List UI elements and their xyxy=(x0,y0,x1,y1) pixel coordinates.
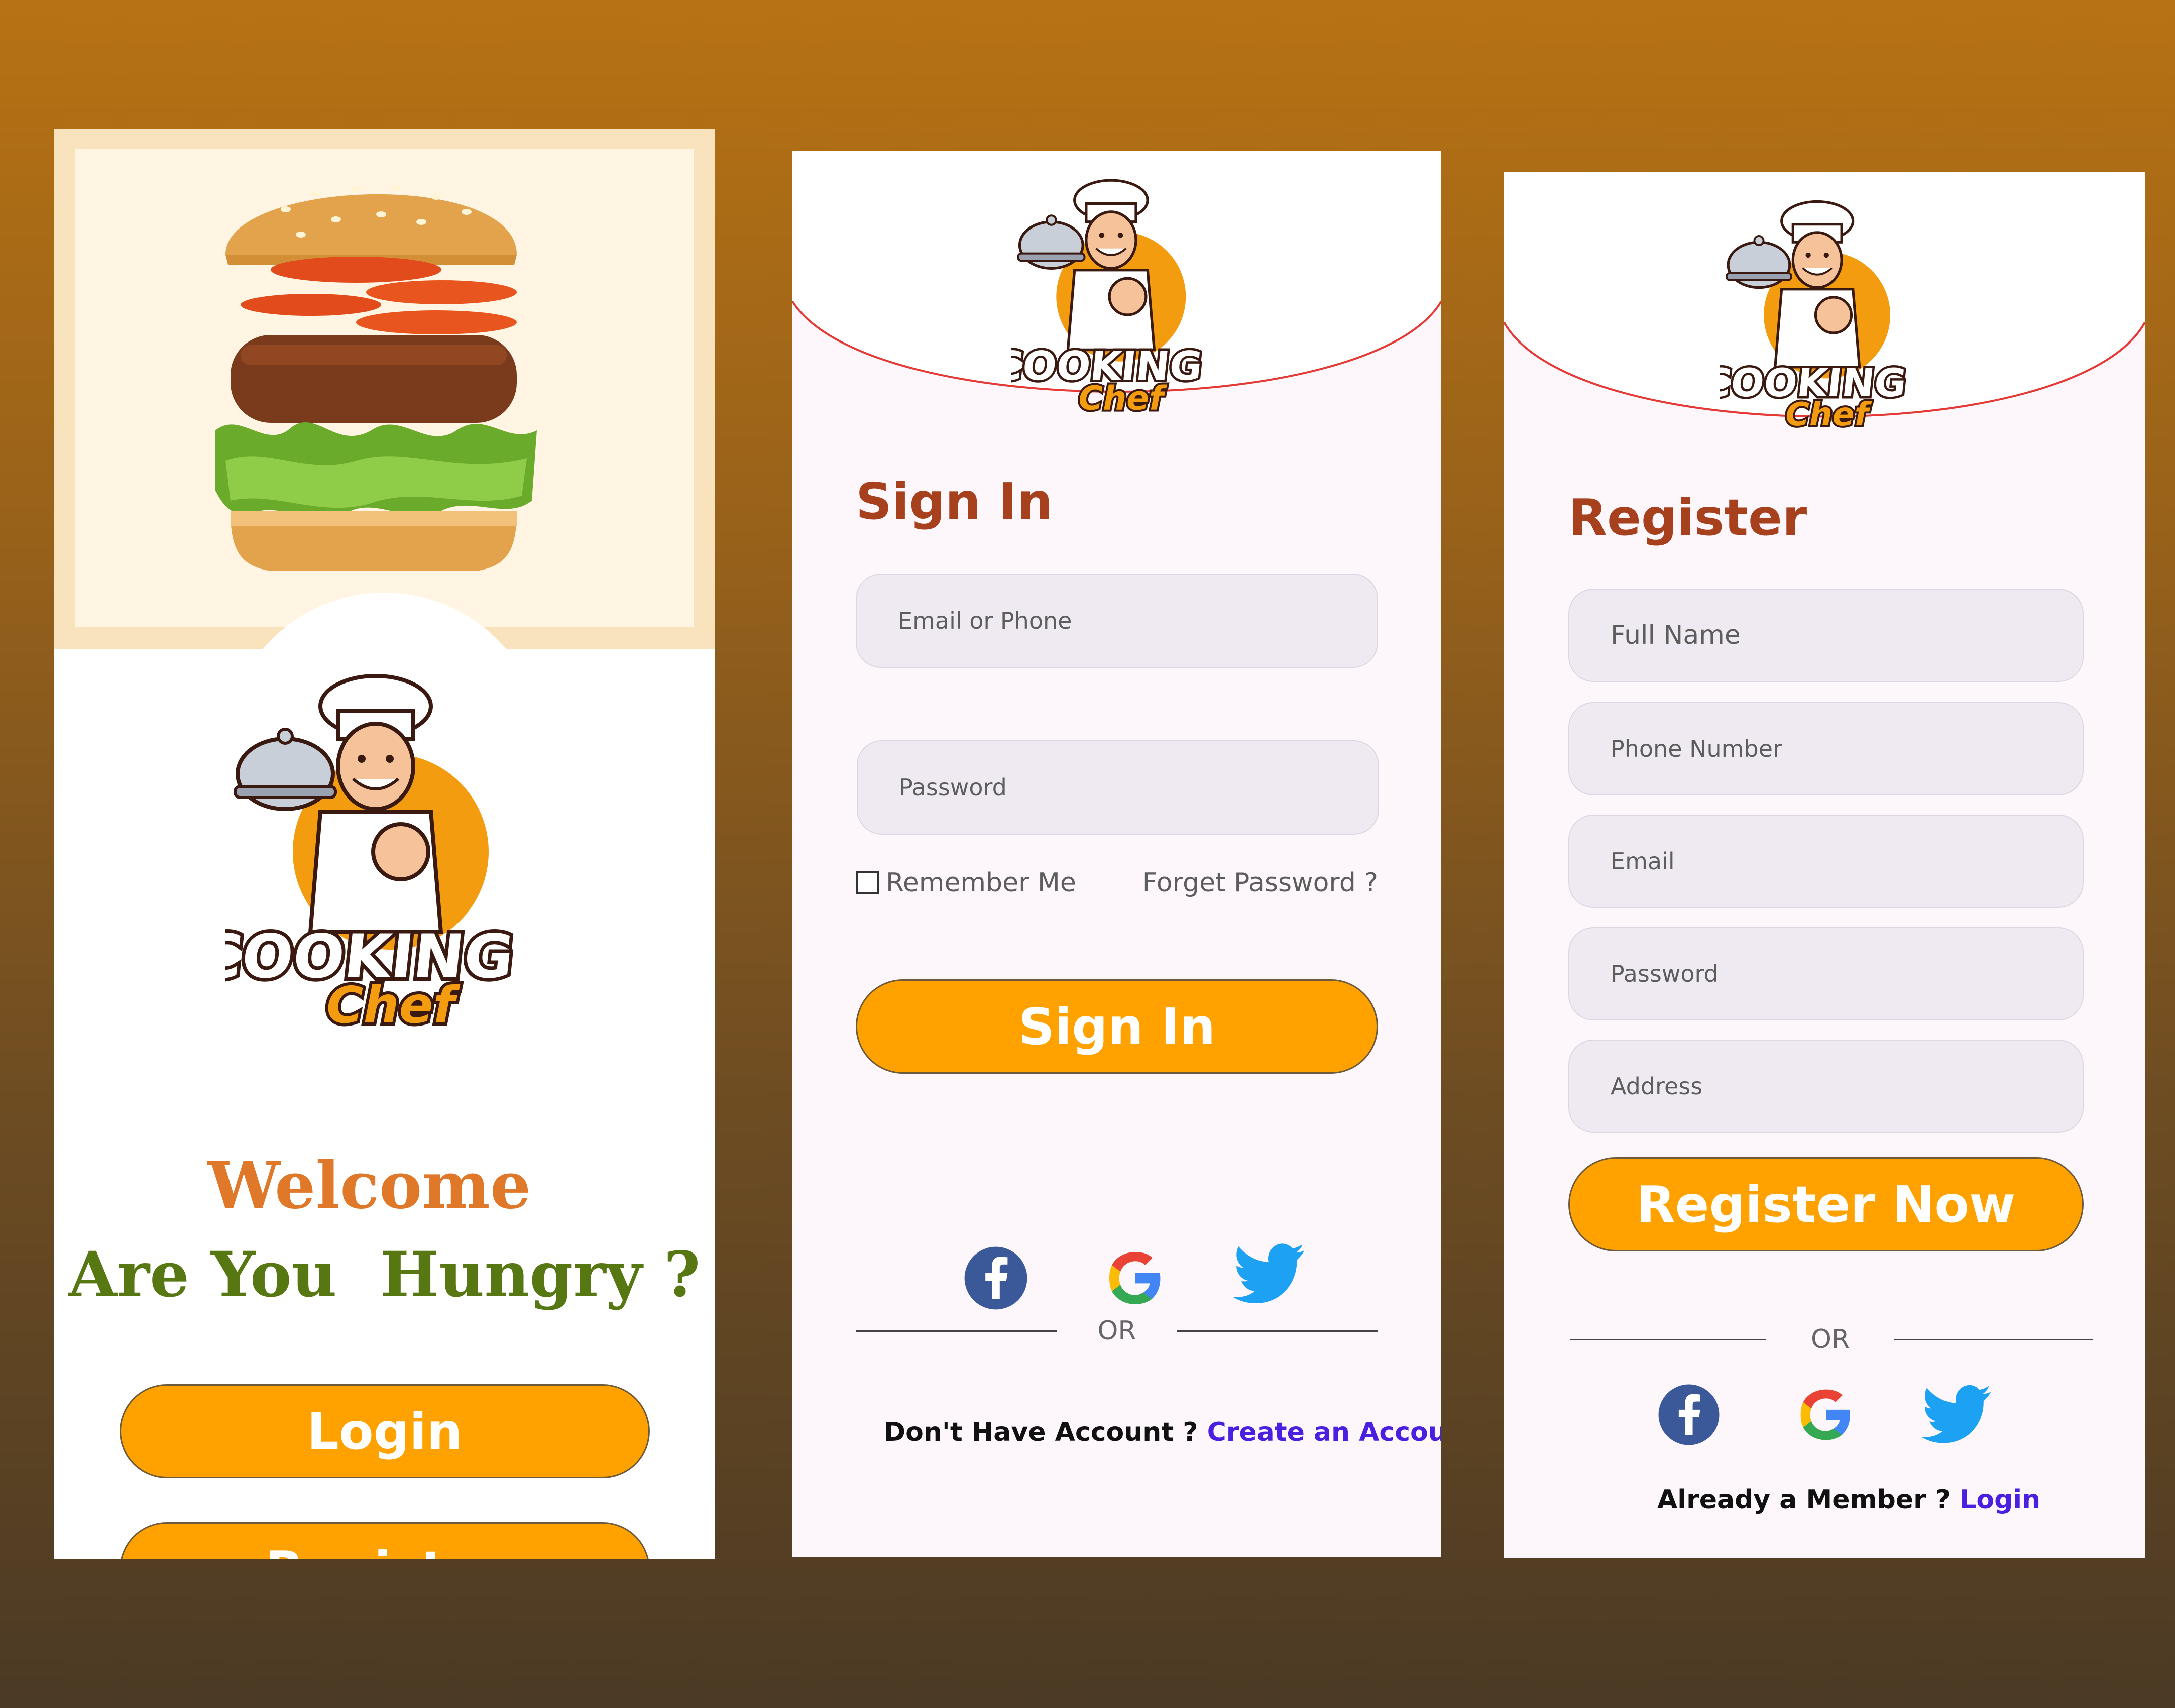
login-link[interactable]: Login xyxy=(1960,1485,2040,1515)
login-button[interactable]: Login xyxy=(120,1384,650,1478)
register-title: Register xyxy=(1568,488,1807,547)
cooking-chef-logo: COOKING Chef xyxy=(225,674,521,1038)
password-field[interactable] xyxy=(1568,927,2084,1020)
welcome-screen: COOKING Chef Welcome Are You Hungry ? Lo… xyxy=(54,129,715,1559)
password-input[interactable] xyxy=(1611,960,2083,987)
google-icon[interactable] xyxy=(1794,1383,1858,1446)
remember-me[interactable]: Remember Me xyxy=(856,868,1076,898)
login-prompt-text: Already a Member ? xyxy=(1657,1485,1960,1515)
hero-image xyxy=(75,149,694,627)
svg-text:Chef: Chef xyxy=(326,976,460,1035)
signin-title: Sign In xyxy=(856,472,1053,531)
phone-number-field[interactable] xyxy=(1568,702,2084,795)
email-input[interactable] xyxy=(1611,848,2083,875)
password-field[interactable] xyxy=(857,740,1379,835)
signup-prompt-text: Don't Have Account ? xyxy=(884,1417,1207,1447)
create-account-link[interactable]: Create an Account xyxy=(1207,1417,1441,1447)
register-now-button[interactable]: Register Now xyxy=(1568,1157,2084,1251)
signin-screen: COOKING Chef Sign In Remember Me Forget … xyxy=(792,151,1441,1557)
email-field[interactable] xyxy=(1568,815,2084,908)
email-input[interactable] xyxy=(898,607,1377,634)
signin-submit-button[interactable]: Sign In xyxy=(856,979,1378,1074)
twitter-icon[interactable] xyxy=(1230,1240,1306,1306)
address-input[interactable] xyxy=(1611,1073,2083,1100)
facebook-icon[interactable] xyxy=(1657,1383,1721,1446)
divider-line xyxy=(856,1330,1057,1332)
forgot-password-link[interactable]: Forget Password ? xyxy=(1142,868,1378,898)
divider-line xyxy=(1177,1330,1378,1332)
register-screen: COOKING Chef Register Register Now OR Al… xyxy=(1504,172,2145,1558)
divider-line xyxy=(1894,1338,2093,1340)
or-text: OR xyxy=(1810,1324,1850,1354)
or-divider: OR xyxy=(1570,1324,2093,1354)
facebook-icon[interactable] xyxy=(963,1245,1028,1311)
full-name-field[interactable] xyxy=(1568,589,2084,682)
or-text: OR xyxy=(1097,1316,1136,1346)
phone-number-input[interactable] xyxy=(1611,735,2083,762)
google-icon[interactable] xyxy=(1103,1245,1168,1311)
address-field[interactable] xyxy=(1568,1040,2084,1133)
welcome-title: Welcome xyxy=(207,1148,531,1223)
password-input[interactable] xyxy=(899,774,1378,801)
svg-text:Chef: Chef xyxy=(1079,379,1167,417)
divider-line xyxy=(1570,1338,1766,1340)
svg-text:Chef: Chef xyxy=(1785,396,1872,433)
cooking-chef-logo: COOKING Chef xyxy=(1011,179,1207,419)
email-field[interactable] xyxy=(856,574,1378,668)
signup-prompt: Don't Have Account ? Create an Account xyxy=(884,1417,1441,1447)
cooking-chef-logo: COOKING Chef xyxy=(1720,200,1911,435)
twitter-icon[interactable] xyxy=(1919,1382,1992,1445)
full-name-input[interactable] xyxy=(1611,620,2083,650)
burger-image xyxy=(215,185,537,571)
hungry-subtitle: Are You Hungry ? xyxy=(68,1238,701,1311)
register-button[interactable]: Register xyxy=(120,1522,650,1559)
login-prompt: Already a Member ? Login xyxy=(1657,1485,2040,1515)
or-divider: OR xyxy=(856,1316,1378,1346)
remember-label: Remember Me xyxy=(886,868,1076,898)
remember-checkbox[interactable] xyxy=(856,871,879,894)
